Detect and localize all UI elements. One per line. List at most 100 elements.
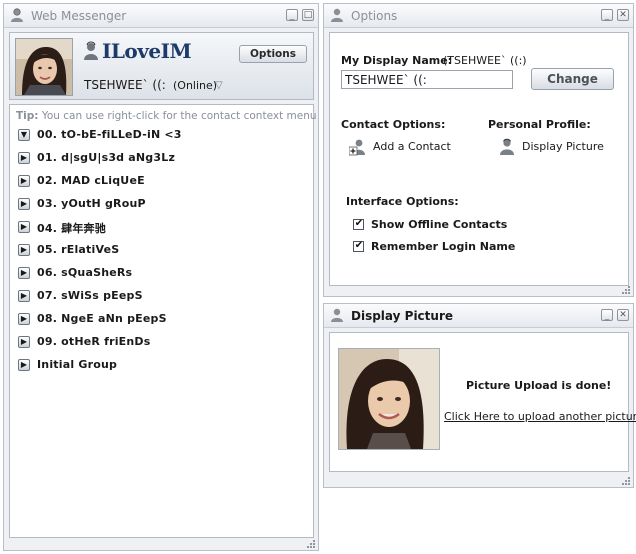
contact-options-label: Contact Options: — [341, 118, 446, 131]
messenger-title: Web Messenger — [31, 9, 127, 23]
add-contact-link[interactable]: Add a Contact — [349, 138, 459, 156]
minimize-button[interactable]: _ — [601, 309, 613, 321]
group-item[interactable]: ▶ 08. NgeE aNn pEepS — [18, 312, 308, 328]
profile-header: ILoveIM Options TSEHWEE` ((: (Online) ▽ — [9, 32, 314, 100]
remember-login-option[interactable]: ✔ Remember Login Name — [353, 240, 553, 254]
messenger-person-icon — [11, 8, 23, 22]
tip-text: Tip: You can use right-click for the con… — [16, 110, 317, 122]
close-icon: ✕ — [619, 10, 627, 20]
group-item[interactable]: ▼ 00. tO-bE-fiLLeD-iN <3 — [18, 128, 308, 144]
chevron-right-icon: ▶ — [20, 153, 28, 162]
options-panel: My Display Name: (TSEHWEE` ((:) Change C… — [329, 32, 629, 286]
expand-arrow-icon[interactable]: ▶ — [18, 267, 30, 279]
change-button[interactable]: Change — [531, 68, 614, 90]
options-title: Options — [351, 9, 398, 23]
maximize-icon: □ — [303, 10, 313, 20]
chevron-right-icon: ▶ — [20, 176, 28, 185]
display-name-input[interactable] — [341, 70, 513, 89]
tip-body: You can use right-click for the contact … — [38, 110, 317, 122]
add-contact-label: Add a Contact — [373, 140, 451, 153]
avatar[interactable] — [15, 38, 73, 96]
web-messenger-window: Web Messenger _ □ ILoveIM Options TSEHWE… — [3, 3, 319, 551]
group-item[interactable]: ▶ 07. sWiSs pEepS — [18, 289, 308, 305]
chevron-right-icon: ▶ — [20, 360, 28, 369]
options-button[interactable]: Options — [239, 45, 307, 63]
chevron-down-icon[interactable]: ▽ — [215, 80, 223, 91]
portrait-image — [339, 349, 439, 449]
expand-arrow-icon[interactable]: ▶ — [18, 359, 30, 371]
minimize-icon: _ — [289, 11, 295, 21]
group-item[interactable]: ▶ 01. d|sgU|s3d aNg3Lz — [18, 151, 308, 167]
checkmark-icon: ✔ — [354, 218, 364, 229]
minimize-icon: _ — [604, 311, 610, 321]
chevron-right-icon: ▶ — [20, 337, 28, 346]
chevron-right-icon: ▶ — [20, 222, 28, 231]
options-titlebar[interactable]: Options _ ✕ — [324, 4, 633, 28]
user-display-name: TSEHWEE` ((: — [84, 78, 166, 92]
status-selector[interactable]: (Online) — [173, 79, 217, 92]
expand-arrow-icon[interactable]: ▶ — [18, 313, 30, 325]
display-picture-window: Display Picture _ ✕ Picture Upload is do… — [323, 303, 636, 488]
group-item[interactable]: ▶ 09. otHeR friEnDs — [18, 335, 308, 351]
group-name: 01. d|sgU|s3d aNg3Lz — [37, 151, 176, 164]
remember-login-checkbox[interactable]: ✔ — [353, 240, 364, 252]
messenger-person-icon — [331, 8, 343, 22]
group-item[interactable]: ▶ 02. MAD cLiqUeE — [18, 174, 308, 190]
expand-arrow-icon[interactable]: ▼ — [18, 129, 30, 141]
minimize-button[interactable]: _ — [601, 9, 613, 21]
group-name: 06. sQuaSheRs — [37, 266, 133, 279]
chevron-down-icon: ▼ — [20, 130, 28, 139]
minimize-button[interactable]: _ — [286, 9, 298, 21]
group-item[interactable]: ▶ 03. yOutH gRouP — [18, 197, 308, 213]
chevron-right-icon: ▶ — [20, 291, 28, 300]
expand-arrow-icon[interactable]: ▶ — [18, 175, 30, 187]
chevron-right-icon: ▶ — [20, 314, 28, 323]
messenger-titlebar[interactable]: Web Messenger _ □ — [4, 4, 318, 28]
display-picture-panel: Picture Upload is done! Click Here to up… — [329, 332, 636, 472]
close-button[interactable]: ✕ — [617, 309, 629, 321]
remember-login-label: Remember Login Name — [371, 240, 516, 253]
display-picture-label: Display Picture — [522, 140, 604, 153]
avatar-photo — [16, 39, 72, 95]
display-picture-photo — [338, 348, 440, 450]
expand-arrow-icon[interactable]: ▶ — [18, 290, 30, 302]
group-name: 09. otHeR friEnDs — [37, 335, 151, 348]
close-button[interactable]: ✕ — [617, 9, 629, 21]
expand-arrow-icon[interactable]: ▶ — [18, 336, 30, 348]
interface-options-label: Interface Options: — [346, 195, 459, 208]
group-name: 02. MAD cLiqUeE — [37, 174, 145, 187]
display-picture-link[interactable]: Display Picture — [498, 138, 608, 156]
show-offline-checkbox[interactable]: ✔ — [353, 218, 364, 230]
resize-grip-icon[interactable] — [307, 540, 315, 548]
minimize-icon: _ — [604, 11, 610, 21]
show-offline-label: Show Offline Contacts — [371, 218, 508, 231]
group-name: 03. yOutH gRouP — [37, 197, 146, 210]
expand-arrow-icon[interactable]: ▶ — [18, 198, 30, 210]
personal-profile-label: Personal Profile: — [488, 118, 591, 131]
chevron-right-icon: ▶ — [20, 245, 28, 254]
resize-grip-icon[interactable] — [622, 286, 630, 294]
messenger-person-icon — [331, 308, 343, 322]
display-picture-titlebar[interactable]: Display Picture _ ✕ — [324, 304, 633, 328]
show-offline-option[interactable]: ✔ Show Offline Contacts — [353, 218, 553, 232]
expand-arrow-icon[interactable]: ▶ — [18, 244, 30, 256]
logo-person-icon — [84, 41, 98, 60]
expand-arrow-icon[interactable]: ▶ — [18, 152, 30, 164]
maximize-button[interactable]: □ — [302, 9, 314, 21]
display-name-label: My Display Name: — [341, 54, 453, 67]
expand-arrow-icon[interactable]: ▶ — [18, 221, 30, 233]
group-name: 07. sWiSs pEepS — [37, 289, 143, 302]
resize-grip-icon[interactable] — [622, 477, 630, 485]
chevron-right-icon: ▶ — [20, 268, 28, 277]
group-name: 08. NgeE aNn pEepS — [37, 312, 167, 325]
checkmark-icon: ✔ — [354, 240, 364, 251]
display-picture-title: Display Picture — [351, 309, 454, 323]
group-item[interactable]: ▶ Initial Group — [18, 358, 308, 374]
close-icon: ✕ — [619, 310, 627, 320]
upload-status-text: Picture Upload is done! — [466, 379, 612, 392]
upload-another-link[interactable]: Click Here to upload another picture. — [444, 410, 636, 423]
group-item[interactable]: ▶ 05. rElatiVeS — [18, 243, 308, 259]
tip-label: Tip: — [16, 110, 39, 122]
group-item[interactable]: ▶ 06. sQuaSheRs — [18, 266, 308, 282]
group-item[interactable]: ▶ 04. 肆年奔驰 — [18, 220, 308, 236]
